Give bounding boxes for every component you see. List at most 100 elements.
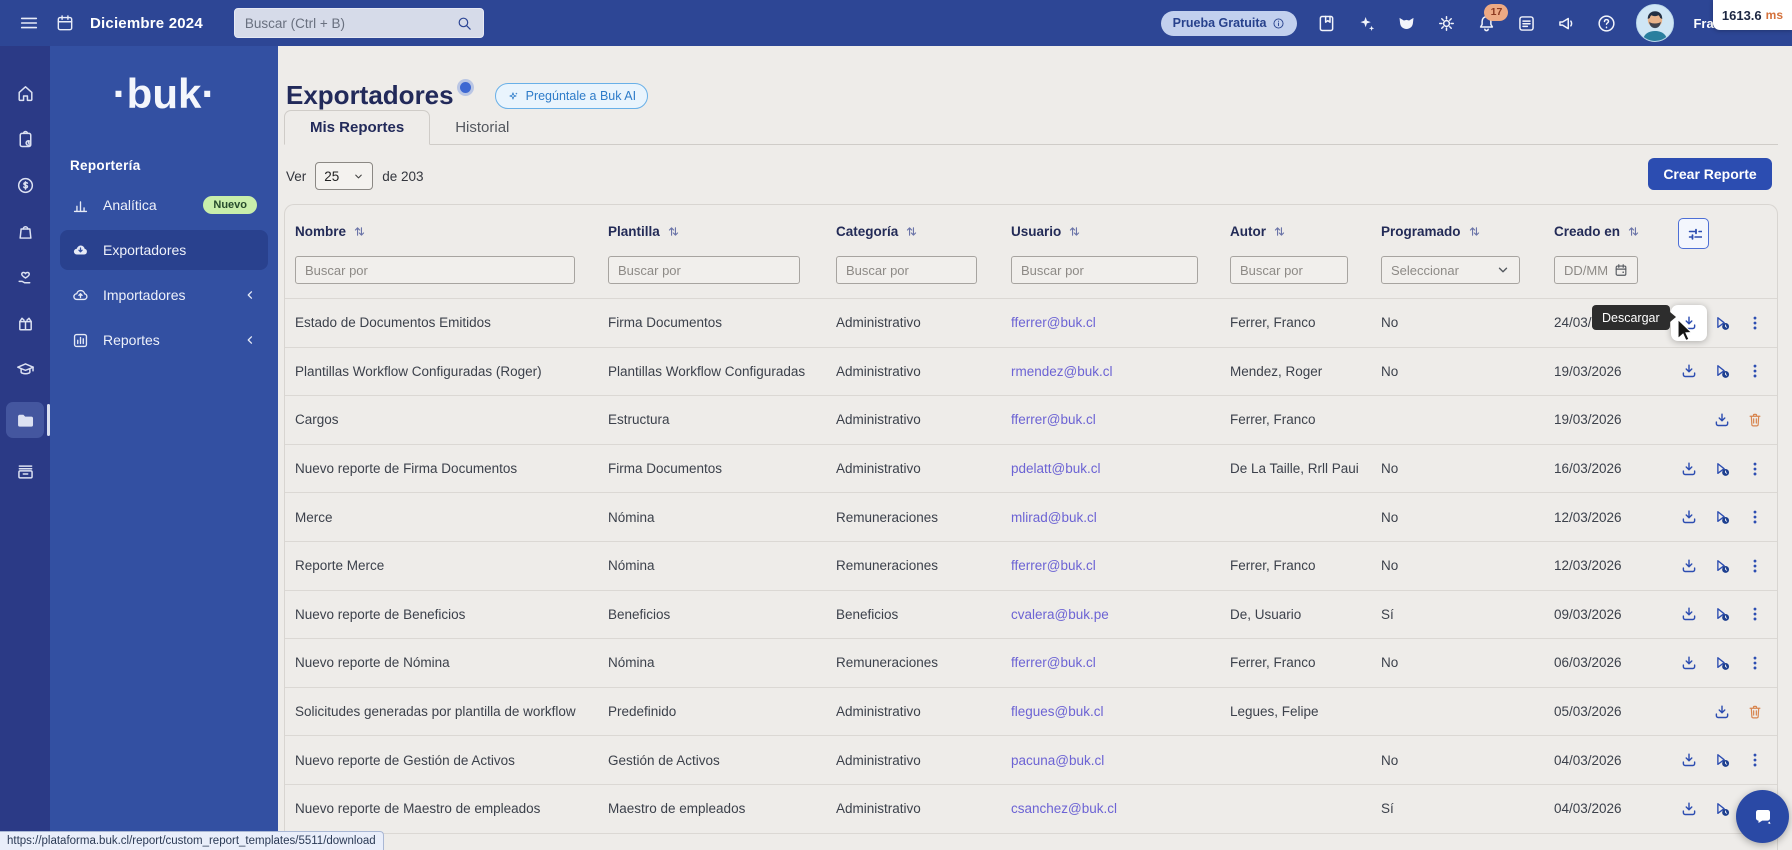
- notes-icon[interactable]: [1516, 13, 1537, 34]
- download-button[interactable]: [1680, 460, 1698, 478]
- search-icon[interactable]: [456, 15, 473, 32]
- user-email-link[interactable]: fferrer@buk.cl: [1001, 412, 1220, 427]
- download-button[interactable]: [1713, 703, 1731, 721]
- user-email-link[interactable]: fferrer@buk.cl: [1001, 558, 1220, 573]
- download-button[interactable]: [1680, 362, 1698, 380]
- schedule-run-button[interactable]: [1713, 751, 1731, 769]
- rail-item-education[interactable]: [6, 356, 44, 382]
- column-header-creado-en[interactable]: Creado en: [1544, 218, 1666, 244]
- create-report-button[interactable]: Crear Reporte: [1648, 158, 1772, 190]
- table-row: Nuevo reporte de Nómina Nómina Remuneracio…: [285, 638, 1777, 687]
- sidebar-item-analítica[interactable]: Analítica Nuevo: [60, 185, 268, 225]
- schedule-run-button[interactable]: [1713, 508, 1731, 526]
- page-title: Exportadores: [286, 80, 454, 110]
- tab-mis-reportes[interactable]: Mis Reportes: [284, 110, 431, 145]
- calendar-icon[interactable]: [55, 13, 75, 33]
- rail-item-folder[interactable]: [6, 402, 50, 438]
- filter-date-creado-en[interactable]: DD/MM/YYYY: [1554, 256, 1638, 284]
- rail-item-home[interactable]: [6, 80, 44, 106]
- fox-icon[interactable]: [1396, 13, 1417, 34]
- chat-widget-button[interactable]: [1736, 790, 1789, 843]
- filter-placeholder: Buscar por: [1240, 262, 1303, 278]
- column-header-usuario[interactable]: Usuario: [1001, 218, 1220, 244]
- search-placeholder: Buscar (Ctrl + B): [244, 15, 346, 31]
- row-menu-button[interactable]: [1746, 654, 1764, 672]
- column-header-categoría[interactable]: Categoría: [826, 218, 1001, 244]
- download-button[interactable]: [1713, 411, 1731, 429]
- column-header-nombre[interactable]: Nombre: [285, 218, 598, 244]
- user-email-link[interactable]: flegues@buk.cl: [1001, 704, 1220, 719]
- row-menu-button[interactable]: [1746, 362, 1764, 380]
- row-menu-button[interactable]: [1746, 460, 1764, 478]
- row-menu-button[interactable]: [1746, 508, 1764, 526]
- download-button-hovered[interactable]: [1671, 304, 1707, 341]
- row-menu-button[interactable]: [1746, 314, 1764, 332]
- schedule-run-button[interactable]: [1713, 557, 1731, 575]
- filter-placeholder: Buscar por: [1021, 262, 1084, 278]
- row-menu-button[interactable]: [1746, 557, 1764, 575]
- rail-item-archive[interactable]: [6, 458, 44, 484]
- user-email-link[interactable]: fferrer@buk.cl: [1001, 655, 1220, 670]
- download-button[interactable]: [1680, 751, 1698, 769]
- sidebar-item-exportadores[interactable]: Exportadores: [60, 230, 268, 270]
- ask-buk-ai-button[interactable]: Pregúntale a Buk AI: [494, 83, 649, 109]
- column-header-plantilla[interactable]: Plantilla: [598, 218, 826, 244]
- filter-input-usuario[interactable]: Buscar por: [1011, 256, 1198, 284]
- rail-item-money[interactable]: [6, 172, 44, 198]
- column-header-programado[interactable]: Programado: [1371, 218, 1544, 244]
- schedule-run-button[interactable]: [1713, 654, 1731, 672]
- rail-item-gift[interactable]: [6, 310, 44, 336]
- gear-icon[interactable]: [1436, 13, 1457, 34]
- schedule-run-button[interactable]: [1713, 800, 1731, 818]
- schedule-run-button[interactable]: [1713, 460, 1731, 478]
- global-search-input[interactable]: Buscar (Ctrl + B): [233, 8, 484, 38]
- table-row: Reporte Merce Nómina Remuneraciones fferrer…: [285, 540, 1777, 590]
- user-email-link[interactable]: fferrer@buk.cl: [1001, 315, 1220, 330]
- sparkles-icon[interactable]: [1356, 13, 1377, 34]
- rail-item-bag[interactable]: [6, 218, 44, 244]
- sidebar-item-reportes[interactable]: Reportes: [60, 320, 268, 360]
- user-avatar[interactable]: [1636, 4, 1675, 42]
- download-button[interactable]: [1680, 314, 1698, 332]
- megaphone-icon[interactable]: [1556, 13, 1577, 34]
- free-trial-button[interactable]: Prueba Gratuita: [1160, 10, 1298, 36]
- topbar-icons: 17: [1316, 3, 1617, 34]
- user-email-link[interactable]: pdelatt@buk.cl: [1001, 461, 1220, 476]
- filter-input-autor[interactable]: Buscar por: [1230, 256, 1348, 284]
- schedule-run-button[interactable]: [1713, 605, 1731, 623]
- user-email-link[interactable]: pacuna@buk.cl: [1001, 753, 1220, 768]
- created-date: 19/03/2026: [1554, 363, 1622, 379]
- filter-select-programado[interactable]: Seleccionar: [1381, 256, 1520, 284]
- download-button[interactable]: [1680, 800, 1698, 818]
- page-size-select[interactable]: 25: [315, 162, 374, 190]
- filter-input-nombre[interactable]: Buscar por: [295, 256, 575, 284]
- download-button[interactable]: [1680, 605, 1698, 623]
- book-icon[interactable]: [1316, 13, 1337, 34]
- user-email-link[interactable]: mlirad@buk.cl: [1001, 510, 1220, 525]
- row-menu-button[interactable]: [1746, 751, 1764, 769]
- user-email-link[interactable]: rmendez@buk.cl: [1001, 364, 1220, 379]
- download-button[interactable]: [1680, 654, 1698, 672]
- schedule-run-button[interactable]: [1713, 362, 1731, 380]
- download-button[interactable]: [1680, 557, 1698, 575]
- hamburger-menu-icon[interactable]: [18, 12, 40, 34]
- delete-button[interactable]: [1746, 703, 1764, 721]
- user-email-link[interactable]: cvalera@buk.pe: [1001, 607, 1220, 622]
- download-button[interactable]: [1680, 508, 1698, 526]
- rail-item-hand-heart[interactable]: [6, 264, 44, 290]
- filter-input-categoría[interactable]: Buscar por: [836, 256, 977, 284]
- period-label[interactable]: Diciembre 2024: [90, 15, 203, 32]
- column-settings-button[interactable]: [1678, 218, 1709, 249]
- sidebar-item-importadores[interactable]: Importadores: [60, 275, 268, 315]
- row-menu-button[interactable]: [1746, 605, 1764, 623]
- rail-item-clipboard[interactable]: [6, 126, 44, 152]
- help-icon[interactable]: [1596, 13, 1617, 34]
- tab-historial[interactable]: Historial: [430, 110, 534, 144]
- column-header-autor[interactable]: Autor: [1220, 218, 1371, 244]
- schedule-run-button[interactable]: [1713, 314, 1731, 332]
- scheduled-flag: No: [1381, 655, 1399, 671]
- delete-button[interactable]: [1746, 411, 1764, 429]
- filter-input-plantilla[interactable]: Buscar por: [608, 256, 800, 284]
- bell-icon[interactable]: 17: [1476, 3, 1509, 34]
- user-email-link[interactable]: csanchez@buk.cl: [1001, 801, 1220, 816]
